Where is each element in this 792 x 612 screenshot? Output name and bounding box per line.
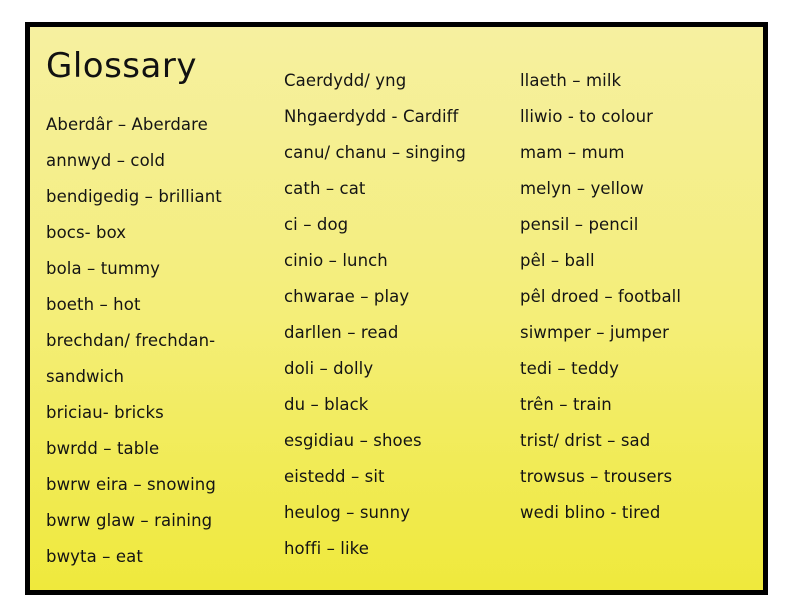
glossary-entry: esgidiau – shoes: [284, 431, 422, 450]
glossary-entry: melyn – yellow: [520, 179, 644, 198]
glossary-entry: bocs- box: [46, 223, 127, 242]
glossary-entry: trên – train: [520, 395, 612, 414]
glossary-entry: pêl droed – football: [520, 287, 682, 306]
slide-content: Glossary Aberdâr – Aberdare annwyd – cold…: [30, 27, 763, 590]
glossary-entry: wedi blino - tired: [520, 503, 661, 522]
glossary-entry: doli – dolly: [284, 359, 374, 378]
glossary-entry: siwmper – jumper: [520, 323, 670, 342]
glossary-entry: bendigedig – brilliant: [46, 187, 222, 206]
glossary-entry: canu/ chanu – singing: [284, 143, 466, 162]
glossary-entry: briciau- bricks: [46, 403, 164, 422]
glossary-entry: tedi – teddy: [520, 359, 619, 378]
glossary-entry: chwarae – play: [284, 287, 410, 306]
glossary-entry: brechdan/ frechdan-: [46, 331, 216, 350]
glossary-entry: annwyd – cold: [46, 151, 166, 170]
glossary-entry: bwrw glaw – raining: [46, 511, 213, 530]
glossary-entry: cinio – lunch: [284, 251, 388, 270]
glossary-entry: Caerdydd/ yng: [284, 71, 407, 90]
glossary-slide: Glossary Aberdâr – Aberdare annwyd – cold…: [25, 22, 768, 595]
glossary-column-1: Aberdâr – Aberdare annwyd – cold bendigedi…: [46, 63, 291, 575]
glossary-entry: sandwich: [46, 367, 125, 386]
glossary-entry: ci – dog: [284, 215, 349, 234]
glossary-entry: pensil – pencil: [520, 215, 639, 234]
glossary-entry: lliwio - to colour: [520, 107, 654, 126]
glossary-entry: hoffi – like: [284, 539, 369, 558]
glossary-entry: mam – mum: [520, 143, 625, 162]
glossary-entry: trowsus – trousers: [520, 467, 673, 486]
glossary-entry: eistedd – sit: [284, 467, 385, 486]
glossary-entry: boeth – hot: [46, 295, 141, 314]
glossary-column-3: llaeth – milk lliwio - to colour mam – mum…: [520, 63, 763, 531]
glossary-entry: cath – cat: [284, 179, 366, 198]
glossary-entry: bwrdd – table: [46, 439, 160, 458]
glossary-entry: heulog – sunny: [284, 503, 411, 522]
glossary-entry: bwyta – eat: [46, 547, 143, 566]
glossary-entry: bola – tummy: [46, 259, 161, 278]
glossary-entry: bwrw eira – snowing: [46, 475, 216, 494]
glossary-entry: Nhgaerdydd - Cardiff: [284, 107, 459, 126]
glossary-column-2: Caerdydd/ yng Nhgaerdydd - Cardiff canu/ c…: [284, 63, 514, 567]
glossary-entry: pêl – ball: [520, 251, 595, 270]
glossary-entry: Aberdâr – Aberdare: [46, 115, 208, 134]
glossary-entry: llaeth – milk: [520, 71, 622, 90]
glossary-entry: trist/ drist – sad: [520, 431, 651, 450]
glossary-entry: du – black: [284, 395, 369, 414]
glossary-entry: darllen – read: [284, 323, 399, 342]
